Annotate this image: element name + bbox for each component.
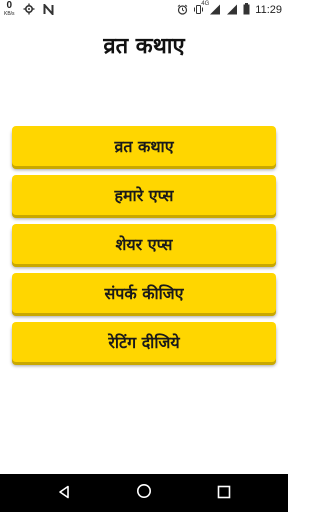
signal-icon-2 <box>226 4 238 17</box>
page-title: व्रत कथाए <box>103 34 185 59</box>
back-button[interactable] <box>44 474 84 512</box>
network-speed-value: 0 <box>6 0 13 11</box>
network-speed-unit: KB/s <box>4 11 15 17</box>
status-bar-right: 4G 11:29 <box>177 1 282 17</box>
vrat-kathaye-button[interactable]: व्रत कथाए <box>12 126 276 166</box>
home-button[interactable] <box>124 474 164 512</box>
recents-icon <box>217 484 231 503</box>
signal-icon: 4G <box>201 1 221 17</box>
recents-button[interactable] <box>204 474 244 512</box>
status-clock: 11:29 <box>255 4 282 16</box>
home-icon <box>136 483 152 503</box>
share-apps-button[interactable]: शेयर एप्स <box>12 224 276 264</box>
status-bar: 0 KB/s 4G 11:29 <box>0 0 288 20</box>
notification-n-icon <box>43 1 54 17</box>
navigation-bar <box>0 474 288 512</box>
main-menu: व्रत कथाए हमारे एप्स शेयर एप्स संपर्क की… <box>12 126 276 371</box>
battery-icon <box>243 3 250 17</box>
status-bar-left: 0 KB/s <box>4 0 54 18</box>
contact-us-button[interactable]: संपर्क कीजिए <box>12 273 276 313</box>
alarm-icon <box>177 4 188 17</box>
settings-notification-icon <box>23 3 35 17</box>
our-apps-button[interactable]: हमारे एप्स <box>12 175 276 215</box>
back-icon <box>57 484 71 503</box>
network-type-label: 4G <box>201 0 210 7</box>
rate-app-button[interactable]: रेटिंग दीजिये <box>12 322 276 362</box>
network-speed: 0 KB/s <box>4 0 15 18</box>
